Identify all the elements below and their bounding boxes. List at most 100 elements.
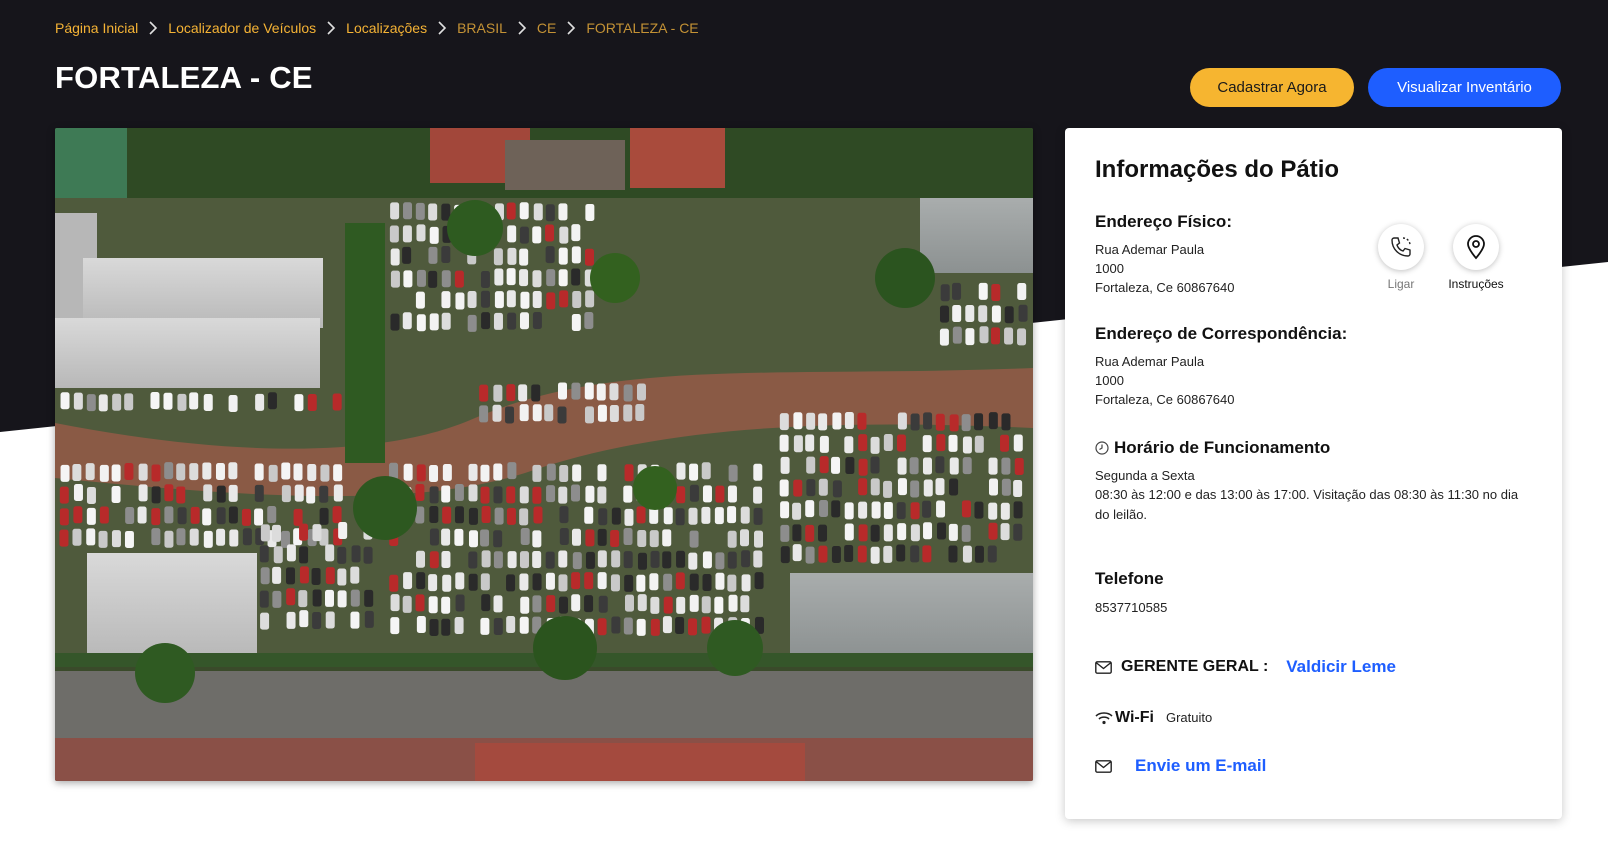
breadcrumb-home[interactable]: Página Inicial <box>55 20 138 36</box>
parked-car <box>228 506 238 524</box>
parked-car <box>701 596 711 614</box>
parked-car <box>663 596 673 614</box>
parked-car <box>337 568 347 586</box>
parked-car <box>202 508 212 526</box>
parked-car <box>624 594 634 612</box>
parked-car <box>611 507 621 525</box>
parked-car <box>922 500 932 518</box>
parked-car <box>520 528 530 546</box>
parked-car <box>403 202 413 220</box>
parked-car <box>598 595 608 613</box>
map-pin-icon[interactable] <box>1453 224 1499 270</box>
parked-car <box>481 506 491 524</box>
parked-car <box>480 573 490 591</box>
parked-car <box>896 544 906 562</box>
parked-car <box>124 393 134 411</box>
parked-car <box>961 524 971 542</box>
parked-car <box>324 589 334 607</box>
parked-car <box>519 312 529 330</box>
parked-car <box>948 434 958 452</box>
parked-car <box>85 463 95 481</box>
parked-car <box>806 412 816 430</box>
parked-car <box>532 290 542 308</box>
parked-car <box>597 486 607 504</box>
parked-car <box>480 529 490 547</box>
parked-car <box>857 412 867 430</box>
parked-car <box>519 486 529 504</box>
parked-car <box>701 506 711 524</box>
parked-car <box>389 225 399 243</box>
parked-car <box>1018 304 1028 322</box>
parked-car <box>403 572 413 590</box>
parked-car <box>59 486 69 504</box>
parked-car <box>702 485 712 503</box>
parked-car <box>663 507 673 525</box>
parked-car <box>988 412 998 430</box>
parked-car <box>151 528 161 546</box>
breadcrumb-locations[interactable]: Localizações <box>346 20 427 36</box>
parked-car <box>650 550 660 568</box>
view-inventory-button[interactable]: Visualizar Inventário <box>1368 68 1561 107</box>
parked-car <box>259 545 269 563</box>
parked-car <box>494 268 504 286</box>
parked-car <box>780 456 790 474</box>
breadcrumb-vehicle-finder[interactable]: Localizador de Veículos <box>168 20 316 36</box>
parked-car <box>623 528 633 546</box>
parked-car <box>402 595 412 613</box>
parked-car <box>571 314 581 332</box>
parked-car <box>961 500 971 518</box>
parked-car <box>662 616 672 634</box>
parked-car <box>59 529 69 547</box>
parked-car <box>689 594 699 612</box>
parked-car <box>267 506 277 524</box>
parked-car <box>689 530 699 548</box>
parked-car <box>337 546 347 564</box>
parked-car <box>441 618 451 636</box>
parked-car <box>337 590 347 608</box>
parked-car <box>390 248 400 266</box>
parked-car <box>675 508 685 526</box>
parked-car <box>897 478 907 496</box>
manager-name-link[interactable]: Valdicir Leme <box>1286 657 1396 677</box>
parked-car <box>559 226 569 244</box>
parked-car <box>533 506 543 524</box>
parked-car <box>338 522 348 540</box>
parked-car <box>728 594 738 612</box>
register-now-button[interactable]: Cadastrar Agora <box>1190 68 1354 107</box>
parked-car <box>350 566 360 584</box>
email-row[interactable]: Envie um E-mail <box>1095 756 1266 776</box>
phone-icon[interactable] <box>1378 224 1424 270</box>
phone-number[interactable]: 8537710585 <box>1095 598 1167 617</box>
parked-car <box>949 478 959 496</box>
parked-car <box>72 464 82 482</box>
parked-car <box>910 480 920 498</box>
parked-car <box>73 484 83 502</box>
parked-car <box>623 384 633 402</box>
parked-car <box>987 545 997 563</box>
parked-car <box>151 508 161 526</box>
parked-car <box>558 247 568 265</box>
breadcrumb-country: BRASIL <box>457 20 507 36</box>
physical-address-line1: Rua Ademar Paula <box>1095 242 1205 257</box>
parked-car <box>728 464 738 482</box>
parked-car <box>255 393 265 411</box>
parked-car <box>286 588 296 606</box>
breadcrumb: Página Inicial Localizador de Veículos L… <box>55 20 699 36</box>
parked-car <box>350 589 360 607</box>
parked-car <box>546 485 556 503</box>
parked-car <box>662 551 672 569</box>
parked-car <box>806 456 816 474</box>
parked-car <box>150 392 160 410</box>
parked-car <box>229 529 239 547</box>
parked-car <box>559 464 569 482</box>
parked-car <box>203 530 213 548</box>
send-email-link[interactable]: Envie um E-mail <box>1135 756 1266 776</box>
parked-car <box>416 616 426 634</box>
parked-car <box>571 246 581 264</box>
parked-car <box>923 412 933 430</box>
parked-car <box>480 617 490 635</box>
directions-action[interactable]: Instruções <box>1436 224 1516 291</box>
call-action[interactable]: Ligar <box>1361 224 1441 291</box>
parked-car <box>455 572 465 590</box>
parked-car <box>896 434 906 452</box>
